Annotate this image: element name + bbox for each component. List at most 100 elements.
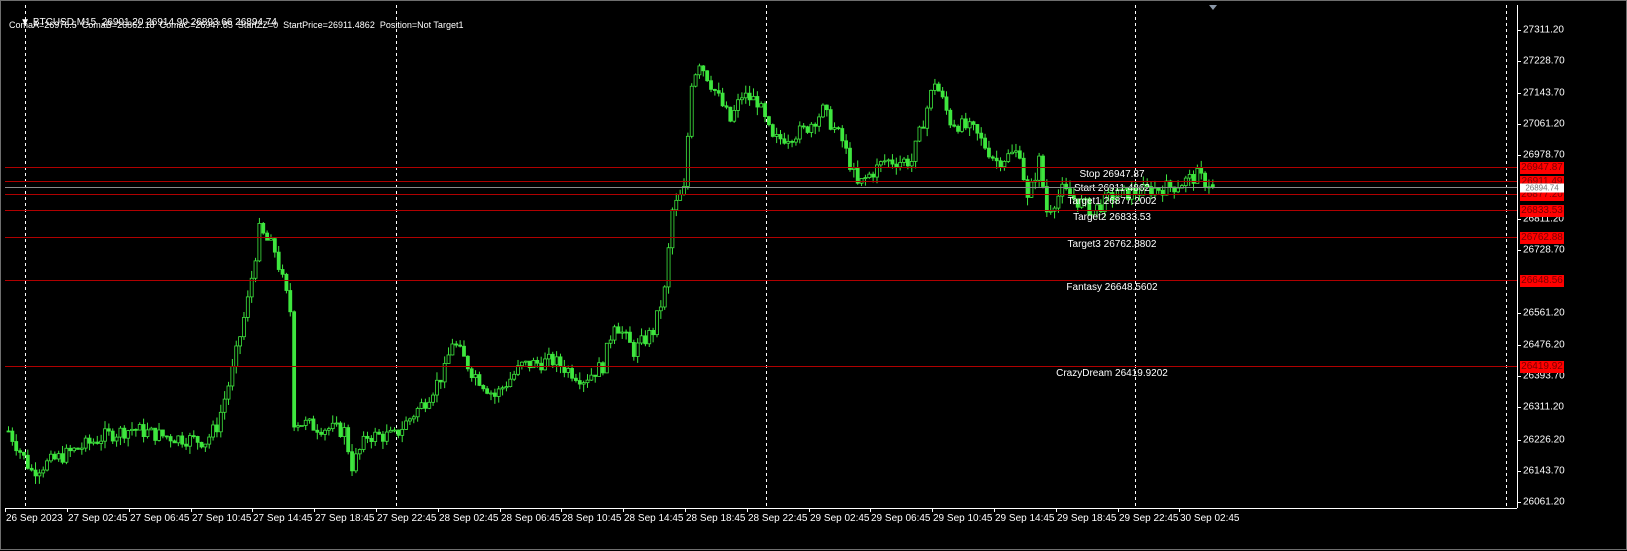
candle-body xyxy=(960,118,964,132)
current-price-tag: 26894.74 xyxy=(1520,183,1564,192)
candle-body xyxy=(265,232,270,241)
candle-body xyxy=(315,429,320,433)
candle-body xyxy=(118,427,123,438)
candle-body xyxy=(141,424,146,438)
candle-body xyxy=(1187,174,1192,179)
candle xyxy=(898,155,903,171)
candle-body xyxy=(697,65,702,76)
candle-body xyxy=(519,361,524,367)
candle-body xyxy=(203,443,208,448)
candle xyxy=(469,366,474,382)
candle-body xyxy=(859,178,864,184)
candle-body xyxy=(967,121,972,129)
candle-body xyxy=(990,156,995,159)
chart-window[interactable]: Stop 26947.87 Start 26911.4862 Target1 268… xyxy=(0,0,1627,550)
candle-body xyxy=(952,124,957,127)
candle xyxy=(365,431,370,444)
candle-body xyxy=(585,379,590,384)
candle-body xyxy=(851,167,856,170)
candle xyxy=(612,324,617,344)
candle xyxy=(477,371,482,387)
candle-body xyxy=(79,447,84,450)
candle-body xyxy=(481,385,486,390)
candle xyxy=(52,451,57,461)
time-tick xyxy=(438,508,439,512)
candle xyxy=(126,429,131,447)
candle-body xyxy=(415,408,420,418)
candle-body xyxy=(168,436,173,442)
candle xyxy=(110,428,115,444)
candle-body xyxy=(886,159,891,162)
candle xyxy=(388,426,393,433)
candle-body xyxy=(462,345,466,357)
candle-body xyxy=(489,392,493,395)
candle xyxy=(500,385,505,396)
time-tick-label: 30 Sep 02:45 xyxy=(1180,513,1240,524)
candle xyxy=(408,417,412,425)
candle-body xyxy=(832,127,837,130)
candle xyxy=(381,431,385,449)
candle xyxy=(936,81,941,92)
candle xyxy=(350,444,354,476)
candle-body xyxy=(438,379,443,383)
candle xyxy=(624,329,628,340)
candle-body xyxy=(601,362,605,374)
candle xyxy=(813,122,818,135)
candle xyxy=(778,130,783,145)
candle-body xyxy=(56,453,61,460)
candle-body xyxy=(145,429,150,438)
candle-body xyxy=(512,373,517,380)
candle xyxy=(234,340,239,374)
candle-body xyxy=(581,382,586,385)
time-tick-label: 29 Sep 06:45 xyxy=(871,513,931,524)
time-tick xyxy=(376,508,377,512)
candle xyxy=(832,122,837,133)
price-tick-label: 27311.20 xyxy=(1523,24,1564,36)
price-tick xyxy=(1517,250,1521,251)
candle xyxy=(18,448,22,459)
candle xyxy=(836,126,841,131)
time-tick-label: 27 Sep 06:45 xyxy=(130,513,190,524)
candle xyxy=(218,404,223,438)
price-chart[interactable]: Stop 26947.87 Start 26911.4862 Target1 268… xyxy=(1,1,1627,551)
candle xyxy=(56,450,61,462)
candle xyxy=(940,86,945,99)
time-tick xyxy=(67,508,68,512)
candle-body xyxy=(913,140,918,162)
candle-body xyxy=(751,96,756,101)
candle-body xyxy=(1010,151,1014,155)
candle-body xyxy=(813,123,818,127)
candle xyxy=(207,433,212,449)
candle-body xyxy=(971,121,976,125)
candle xyxy=(921,120,926,129)
candle xyxy=(191,430,196,439)
candle xyxy=(658,300,663,319)
candle xyxy=(840,125,845,148)
chart-shift-marker-icon[interactable] xyxy=(1209,5,1217,10)
candle xyxy=(759,101,764,108)
candle xyxy=(728,106,733,123)
candle-body xyxy=(149,427,154,431)
candle-body xyxy=(211,424,215,438)
candle xyxy=(662,285,667,310)
candle-body xyxy=(604,342,609,374)
candle xyxy=(438,379,443,389)
candle-body xyxy=(550,353,555,366)
candle-body xyxy=(1014,150,1018,153)
candle-body xyxy=(554,356,559,366)
candle-body xyxy=(770,124,775,137)
candle xyxy=(261,222,266,235)
candle xyxy=(41,466,46,478)
candle xyxy=(245,290,250,322)
candle-body xyxy=(1044,186,1049,213)
candle xyxy=(496,385,501,403)
candle xyxy=(415,406,420,422)
candle xyxy=(585,374,590,388)
candle xyxy=(427,397,432,410)
candle xyxy=(574,373,578,383)
candle-body xyxy=(570,368,574,379)
level-label-stop: Stop 26947.87 xyxy=(1079,169,1144,180)
candle-body xyxy=(384,431,389,442)
candle-body xyxy=(207,436,212,445)
candle-body xyxy=(933,83,937,91)
